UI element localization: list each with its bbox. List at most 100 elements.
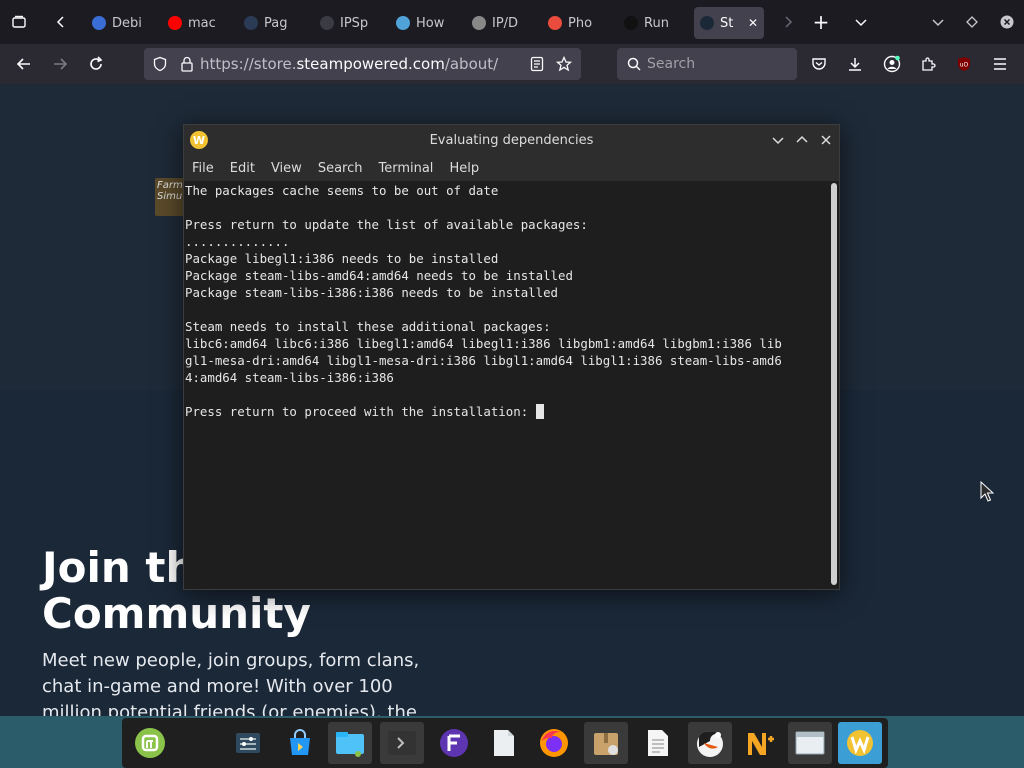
join-text-line2: chat in-game and more! With over 100 bbox=[42, 676, 393, 697]
app-n-icon bbox=[748, 733, 774, 755]
terminal-button[interactable] bbox=[380, 722, 424, 764]
downloads-button[interactable] bbox=[838, 44, 872, 84]
browser-tab[interactable]: St ✕ bbox=[694, 7, 764, 39]
terminal-menu-terminal[interactable]: Terminal bbox=[378, 161, 441, 176]
terminal-menu-search[interactable]: Search bbox=[318, 161, 371, 176]
terminal-menu-file[interactable]: File bbox=[192, 161, 222, 176]
thunderbird-button[interactable] bbox=[688, 722, 732, 764]
search-bar[interactable]: Search bbox=[617, 48, 797, 80]
tab-scroll-left-button[interactable] bbox=[46, 7, 76, 37]
terminal-line: The packages cache seems to be out of da… bbox=[185, 182, 827, 199]
join-text-line1: Meet new people, join groups, form clans… bbox=[42, 650, 420, 671]
terminal-scrollbar[interactable] bbox=[831, 183, 837, 585]
terminal-line-text: .............. bbox=[185, 234, 290, 249]
arrow-right-icon bbox=[54, 58, 68, 70]
hamburger-menu-icon bbox=[994, 58, 1006, 70]
settings-button[interactable] bbox=[226, 722, 270, 764]
terminal-window[interactable]: W Evaluating dependencies File Edit View Se… bbox=[183, 124, 840, 590]
terminal-line-text: Press return to proceed with the install… bbox=[185, 404, 536, 419]
window-maximize-button[interactable] bbox=[957, 7, 987, 37]
url-prefix: https://store. bbox=[200, 55, 297, 73]
archive-manager-button[interactable] bbox=[584, 722, 628, 764]
browser-tab[interactable]: Pag bbox=[238, 7, 314, 39]
chevron-right-icon bbox=[785, 16, 793, 28]
pocket-button[interactable] bbox=[802, 44, 836, 84]
extensions-button[interactable] bbox=[911, 44, 945, 84]
terminal-line: .............. bbox=[185, 233, 827, 250]
browser-tab[interactable]: IP/D bbox=[466, 7, 542, 39]
url-text: https://store.steampowered.com/about/ bbox=[200, 55, 498, 73]
browser-tab-label: Pag bbox=[264, 15, 288, 31]
url-bar[interactable]: https://store.steampowered.com/about/ bbox=[144, 48, 581, 80]
url-domain: steampowered.com bbox=[296, 55, 445, 73]
terminal-menu-help[interactable]: Help bbox=[449, 161, 487, 176]
app-f-button[interactable] bbox=[432, 722, 476, 764]
terminal-titlebar[interactable]: W Evaluating dependencies bbox=[184, 125, 839, 155]
file-manager-button[interactable] bbox=[328, 722, 372, 764]
browser-tab[interactable]: Debi bbox=[86, 7, 162, 39]
browser-tab[interactable]: Run bbox=[618, 7, 694, 39]
search-icon bbox=[627, 57, 641, 71]
firefox-button[interactable] bbox=[532, 722, 576, 764]
terminal-title: Evaluating dependencies bbox=[429, 132, 594, 148]
mint-menu-button[interactable] bbox=[128, 722, 172, 764]
terminal-line-text: Steam needs to install these additional … bbox=[185, 319, 551, 334]
medium-icon bbox=[624, 16, 638, 30]
terminal-menu-view[interactable]: View bbox=[271, 161, 310, 176]
close-circle-icon bbox=[1000, 15, 1014, 29]
account-icon bbox=[883, 55, 901, 73]
reload-button[interactable] bbox=[78, 48, 114, 80]
window-minimize-button[interactable] bbox=[923, 7, 953, 37]
reader-view-icon[interactable] bbox=[530, 56, 544, 72]
software-store-button[interactable] bbox=[278, 722, 322, 764]
browser-tab[interactable]: Pho bbox=[542, 7, 618, 39]
game-thumbnail[interactable]: Farm Simu bbox=[155, 178, 185, 216]
ipd-icon bbox=[472, 16, 486, 30]
browser-tab[interactable]: How bbox=[390, 7, 466, 39]
close-tab-icon[interactable]: ✕ bbox=[748, 16, 758, 30]
document-button[interactable] bbox=[636, 722, 680, 764]
terminal-line-text: The packages cache seems to be out of da… bbox=[185, 183, 499, 198]
winetricks-button[interactable] bbox=[838, 722, 882, 764]
text-file-button[interactable] bbox=[482, 722, 526, 764]
window-button[interactable] bbox=[788, 722, 832, 764]
chevron-down-icon bbox=[855, 19, 867, 27]
terminal-close-button[interactable] bbox=[817, 131, 835, 149]
window-close-button[interactable] bbox=[992, 7, 1022, 37]
browser-tab-label: Run bbox=[644, 15, 669, 31]
tab-overview-button[interactable] bbox=[4, 7, 34, 37]
url-path: /about/ bbox=[444, 55, 499, 73]
file-manager-icon bbox=[336, 732, 364, 757]
browser-tab[interactable]: IPSp bbox=[314, 7, 390, 39]
list-all-tabs-button[interactable] bbox=[846, 7, 876, 37]
tab-scroll-right-button[interactable] bbox=[773, 7, 803, 37]
pocket-icon bbox=[812, 58, 826, 70]
browser-tab-label: IPSp bbox=[340, 15, 369, 31]
terminal-minimize-button[interactable] bbox=[769, 131, 787, 149]
how-icon bbox=[396, 16, 410, 30]
ublock-origin-icon: uO bbox=[958, 57, 970, 71]
browser-tab[interactable]: mac bbox=[162, 7, 238, 39]
app-menu-button[interactable] bbox=[983, 44, 1017, 84]
browser-tab-label: St bbox=[720, 15, 734, 31]
account-button[interactable] bbox=[875, 44, 909, 84]
firefox-icon bbox=[540, 729, 568, 757]
steam-icon bbox=[700, 16, 714, 30]
terminal-line: gl1-mesa-dri:amd64 libgl1-mesa-dri:i386 … bbox=[185, 352, 827, 369]
bookmark-star-icon[interactable] bbox=[556, 56, 572, 72]
app-n-button[interactable] bbox=[738, 722, 782, 764]
terminal-menu-edit[interactable]: Edit bbox=[230, 161, 263, 176]
terminal-output[interactable]: The packages cache seems to be out of da… bbox=[184, 181, 827, 589]
terminal-maximize-button[interactable] bbox=[793, 131, 811, 149]
new-tab-button[interactable]: + bbox=[806, 7, 836, 37]
ublock-button[interactable]: uO bbox=[947, 44, 981, 84]
tab-overview-icon bbox=[12, 15, 26, 28]
back-button[interactable] bbox=[6, 48, 42, 80]
forward-button[interactable] bbox=[42, 48, 78, 80]
browser-tab-label: IP/D bbox=[492, 15, 519, 31]
puzzle-icon bbox=[922, 57, 936, 71]
browser-tab-label: Pho bbox=[568, 15, 593, 31]
terminal-line: Press return to proceed with the install… bbox=[185, 403, 827, 420]
debian-icon bbox=[92, 16, 106, 30]
